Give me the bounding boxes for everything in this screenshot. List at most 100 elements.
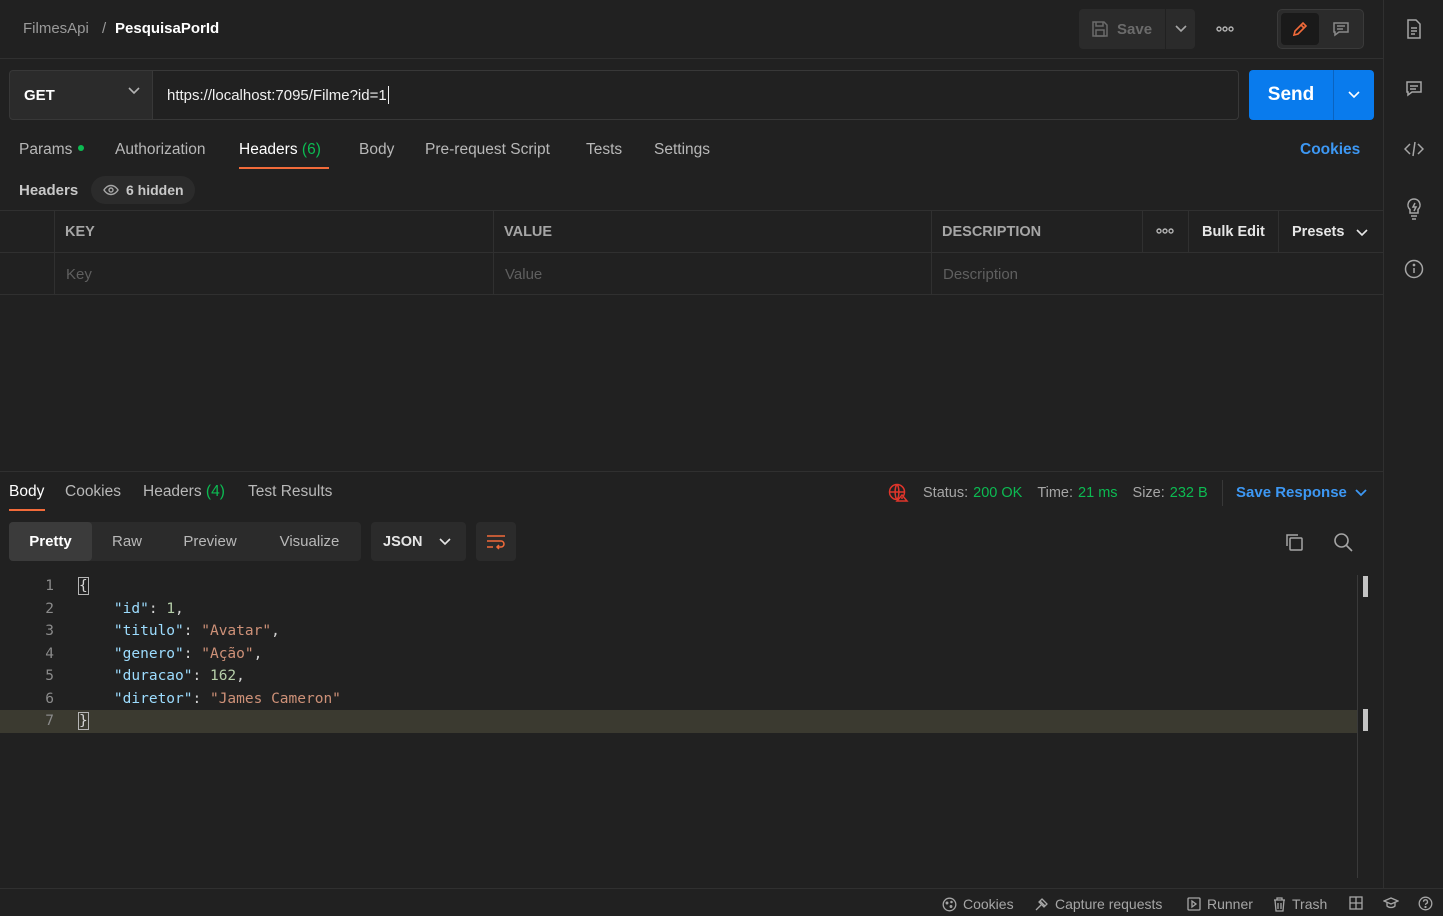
more-actions-button[interactable]: [1207, 9, 1243, 49]
key-input[interactable]: Key: [66, 266, 92, 283]
line-number: 3: [45, 623, 54, 639]
request-header-bar: FilmesApi / PesquisaPorId Save: [0, 0, 1383, 59]
tab-headers-label: Headers: [239, 141, 298, 158]
table-header-row: KEY VALUE DESCRIPTION Bulk Edit Presets: [0, 211, 1383, 253]
trash-icon: [1273, 896, 1286, 912]
response-tab-headers-label: Headers: [143, 483, 202, 500]
runner-label: Runner: [1207, 896, 1253, 912]
trash-button[interactable]: Trash: [1273, 896, 1327, 912]
wrap-lines-icon: [486, 534, 506, 550]
wrap-lines-button[interactable]: [476, 522, 516, 561]
tab-params[interactable]: Params: [19, 141, 85, 159]
view-mode-group: Pretty Raw Preview Visualize: [9, 522, 361, 561]
response-tab-headers-count: (4): [205, 483, 225, 500]
save-button[interactable]: Save: [1079, 9, 1164, 49]
copy-response-button[interactable]: [1281, 529, 1307, 555]
line-content: {: [78, 577, 89, 595]
runner-button[interactable]: Runner: [1187, 896, 1253, 912]
tab-authorization[interactable]: Authorization: [115, 141, 205, 159]
pencil-icon: [1291, 20, 1309, 38]
breadcrumb-separator: /: [102, 20, 107, 37]
url-input[interactable]: https://localhost:7095/Filme?id=1: [153, 70, 1239, 120]
info-icon[interactable]: [1402, 257, 1426, 281]
response-tab-body[interactable]: Body: [9, 483, 44, 501]
view-visualize-button[interactable]: Visualize: [258, 522, 361, 561]
active-tab-indicator: [239, 167, 329, 169]
time-value[interactable]: 21 ms: [1078, 485, 1118, 501]
tab-body[interactable]: Body: [359, 141, 394, 159]
footer-cookies-button[interactable]: Cookies: [942, 896, 1014, 912]
help-button[interactable]: [1418, 896, 1433, 911]
response-tab-test-results[interactable]: Test Results: [248, 483, 332, 501]
line-content: "id": 1,: [113, 600, 184, 617]
tab-settings[interactable]: Settings: [654, 141, 710, 159]
breadcrumb-request-name[interactable]: PesquisaPorId: [115, 20, 219, 37]
view-preview-button[interactable]: Preview: [162, 522, 258, 561]
layout-icon: [1349, 896, 1363, 910]
globe-error-icon[interactable]: [888, 483, 909, 503]
tab-params-label: Params: [19, 141, 73, 158]
more-icon: [1216, 26, 1234, 32]
tab-headers-count: (6): [301, 141, 321, 158]
eye-icon: [103, 184, 119, 196]
help-icon: [1418, 896, 1433, 911]
tab-prerequest-script[interactable]: Pre-request Script: [425, 141, 550, 159]
table-more-button[interactable]: [1156, 228, 1174, 234]
scrollbar-marker: [1363, 709, 1368, 731]
code-icon[interactable]: [1402, 137, 1426, 161]
search-response-button[interactable]: [1330, 529, 1356, 555]
response-format-select[interactable]: JSON: [371, 522, 466, 561]
right-sidebar: [1383, 0, 1443, 888]
document-icon[interactable]: [1402, 17, 1426, 41]
presets-label: Presets: [1292, 224, 1345, 240]
bulk-edit-button[interactable]: Bulk Edit: [1202, 224, 1265, 240]
description-input[interactable]: Description: [943, 266, 1018, 283]
send-button[interactable]: Send: [1249, 70, 1333, 120]
view-pretty-button[interactable]: Pretty: [9, 522, 92, 561]
line-content: "diretor": "James Cameron": [113, 690, 341, 707]
send-options-dropdown[interactable]: [1333, 70, 1374, 120]
tab-headers[interactable]: Headers (6): [239, 141, 321, 159]
hidden-headers-toggle[interactable]: 6 hidden: [91, 176, 195, 204]
capture-requests-button[interactable]: Capture requests: [1034, 896, 1162, 912]
response-tab-headers[interactable]: Headers (4): [143, 483, 225, 501]
save-response-dropdown[interactable]: Save Response: [1236, 484, 1367, 501]
search-icon: [1333, 532, 1353, 552]
method-select[interactable]: GET: [9, 70, 153, 120]
pane-divider[interactable]: [0, 471, 1383, 472]
lightbulb-icon[interactable]: [1402, 197, 1426, 221]
code-line: 2 "id": 1,: [0, 598, 1357, 621]
status-value[interactable]: 200 OK: [973, 485, 1022, 501]
layout-toggle-button[interactable]: [1349, 896, 1363, 910]
line-number: 4: [45, 645, 54, 662]
comment-mode-button[interactable]: [1322, 13, 1360, 45]
size-value[interactable]: 232 B: [1170, 485, 1208, 501]
url-value: https://localhost:7095/Filme?id=1: [167, 86, 387, 104]
edit-mode-button[interactable]: [1281, 13, 1319, 45]
response-tab-cookies[interactable]: Cookies: [65, 483, 121, 501]
chevron-down-icon: [1356, 229, 1368, 237]
bootcamp-button[interactable]: [1383, 896, 1399, 910]
editor-scrollbar-track[interactable]: [1357, 575, 1358, 878]
line-content: "duracao": 162,: [113, 668, 245, 684]
view-raw-button[interactable]: Raw: [92, 522, 162, 561]
save-icon: [1091, 20, 1109, 38]
code-line-highlighted: 7 }: [0, 710, 1357, 733]
cookies-link[interactable]: Cookies: [1300, 141, 1360, 159]
response-body-editor[interactable]: 1 { 2 "id": 1, 3 "titulo": "Avatar", 4 "…: [0, 575, 1383, 880]
copy-icon: [1284, 532, 1304, 552]
tab-tests[interactable]: Tests: [586, 141, 622, 159]
headers-section-title: Headers: [19, 182, 79, 199]
column-header-key: KEY: [65, 224, 95, 240]
value-input[interactable]: Value: [505, 266, 542, 283]
code-line: 1 {: [0, 575, 1357, 598]
chevron-down-icon: [128, 87, 140, 95]
send-button-group: Send: [1249, 70, 1374, 120]
response-status-area: Status: 200 OK Time: 21 ms Size: 232 B: [888, 482, 1208, 504]
comment-icon[interactable]: [1402, 77, 1426, 101]
presets-dropdown[interactable]: Presets: [1292, 224, 1344, 240]
active-response-tab-indicator: [9, 509, 45, 511]
time-label: Time:: [1037, 485, 1074, 501]
breadcrumb-collection[interactable]: FilmesApi: [23, 20, 89, 37]
save-options-dropdown[interactable]: [1165, 9, 1195, 49]
